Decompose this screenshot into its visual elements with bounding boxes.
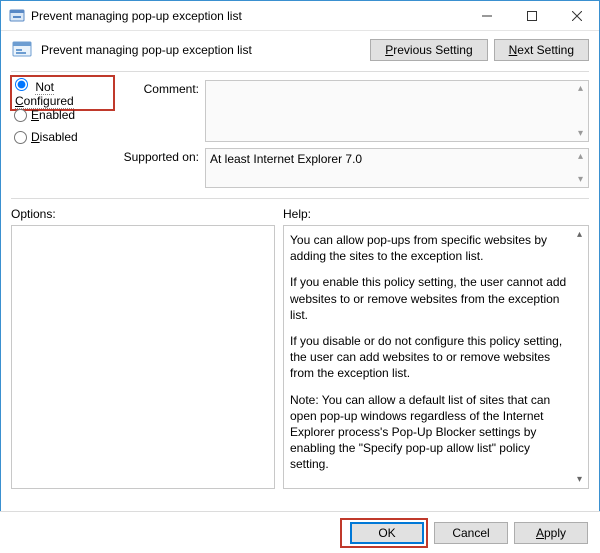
window-title: Prevent managing pop-up exception list: [31, 9, 464, 23]
comment-scroll-down-icon[interactable]: ▾: [574, 127, 587, 140]
comment-scroll-up-icon[interactable]: ▴: [574, 82, 587, 95]
supported-scroll-down-icon[interactable]: ▾: [574, 173, 587, 186]
title-bar: Prevent managing pop-up exception list: [1, 1, 599, 31]
app-icon: [9, 8, 25, 24]
maximize-button[interactable]: [509, 1, 554, 30]
minimize-button[interactable]: [464, 1, 509, 30]
cancel-button[interactable]: Cancel: [434, 522, 508, 544]
supported-on-value: At least Internet Explorer 7.0: [205, 148, 589, 188]
help-label: Help:: [283, 207, 589, 221]
radio-disabled[interactable]: [14, 131, 27, 144]
policy-icon: [11, 39, 33, 61]
fields: Comment: ▴ ▾ Supported on: At least Inte…: [115, 80, 589, 194]
help-paragraph: Note: You can allow a default list of si…: [290, 392, 568, 473]
help-paragraph: If you enable this policy setting, the u…: [290, 274, 568, 323]
ok-button[interactable]: OK: [350, 522, 424, 544]
help-paragraph: If you disable or do not configure this …: [290, 333, 568, 382]
radio-enabled-label: Enabled: [31, 108, 75, 122]
apply-button[interactable]: Apply: [514, 522, 588, 544]
help-panel: You can allow pop-ups from specific webs…: [283, 225, 589, 489]
scroll-up-icon[interactable]: ▴: [571, 226, 588, 243]
footer: OK Cancel Apply: [0, 511, 600, 553]
lower-area: Options: Help: You can allow pop-ups fro…: [1, 199, 599, 489]
close-button[interactable]: [554, 1, 599, 30]
scroll-down-icon[interactable]: ▾: [571, 471, 588, 488]
comment-textarea[interactable]: [205, 80, 589, 142]
config-area: Not Configured Enabled Disabled Comment:…: [1, 72, 599, 198]
radio-disabled-row[interactable]: Disabled: [11, 126, 115, 148]
supported-on-label: Supported on:: [115, 148, 205, 188]
comment-label: Comment:: [115, 80, 205, 142]
options-panel: [11, 225, 275, 489]
radio-enabled[interactable]: [14, 109, 27, 122]
options-label: Options:: [11, 207, 275, 221]
next-setting-button[interactable]: Next Setting: [494, 39, 589, 61]
previous-setting-button[interactable]: Previous Setting: [370, 39, 487, 61]
window-controls: [464, 1, 599, 30]
radio-not-configured[interactable]: [15, 78, 28, 91]
state-radio-group: Not Configured Enabled Disabled: [11, 80, 115, 194]
help-scrollbar[interactable]: ▴ ▾: [571, 226, 588, 488]
ok-highlight: OK: [340, 518, 428, 548]
help-paragraph: You can allow pop-ups from specific webs…: [290, 232, 568, 264]
radio-not-configured-row[interactable]: Not Configured: [11, 82, 115, 104]
header-title: Prevent managing pop-up exception list: [41, 43, 364, 57]
supported-scroll-up-icon[interactable]: ▴: [574, 150, 587, 163]
header: Prevent managing pop-up exception list P…: [1, 31, 599, 71]
radio-disabled-label: Disabled: [31, 130, 78, 144]
